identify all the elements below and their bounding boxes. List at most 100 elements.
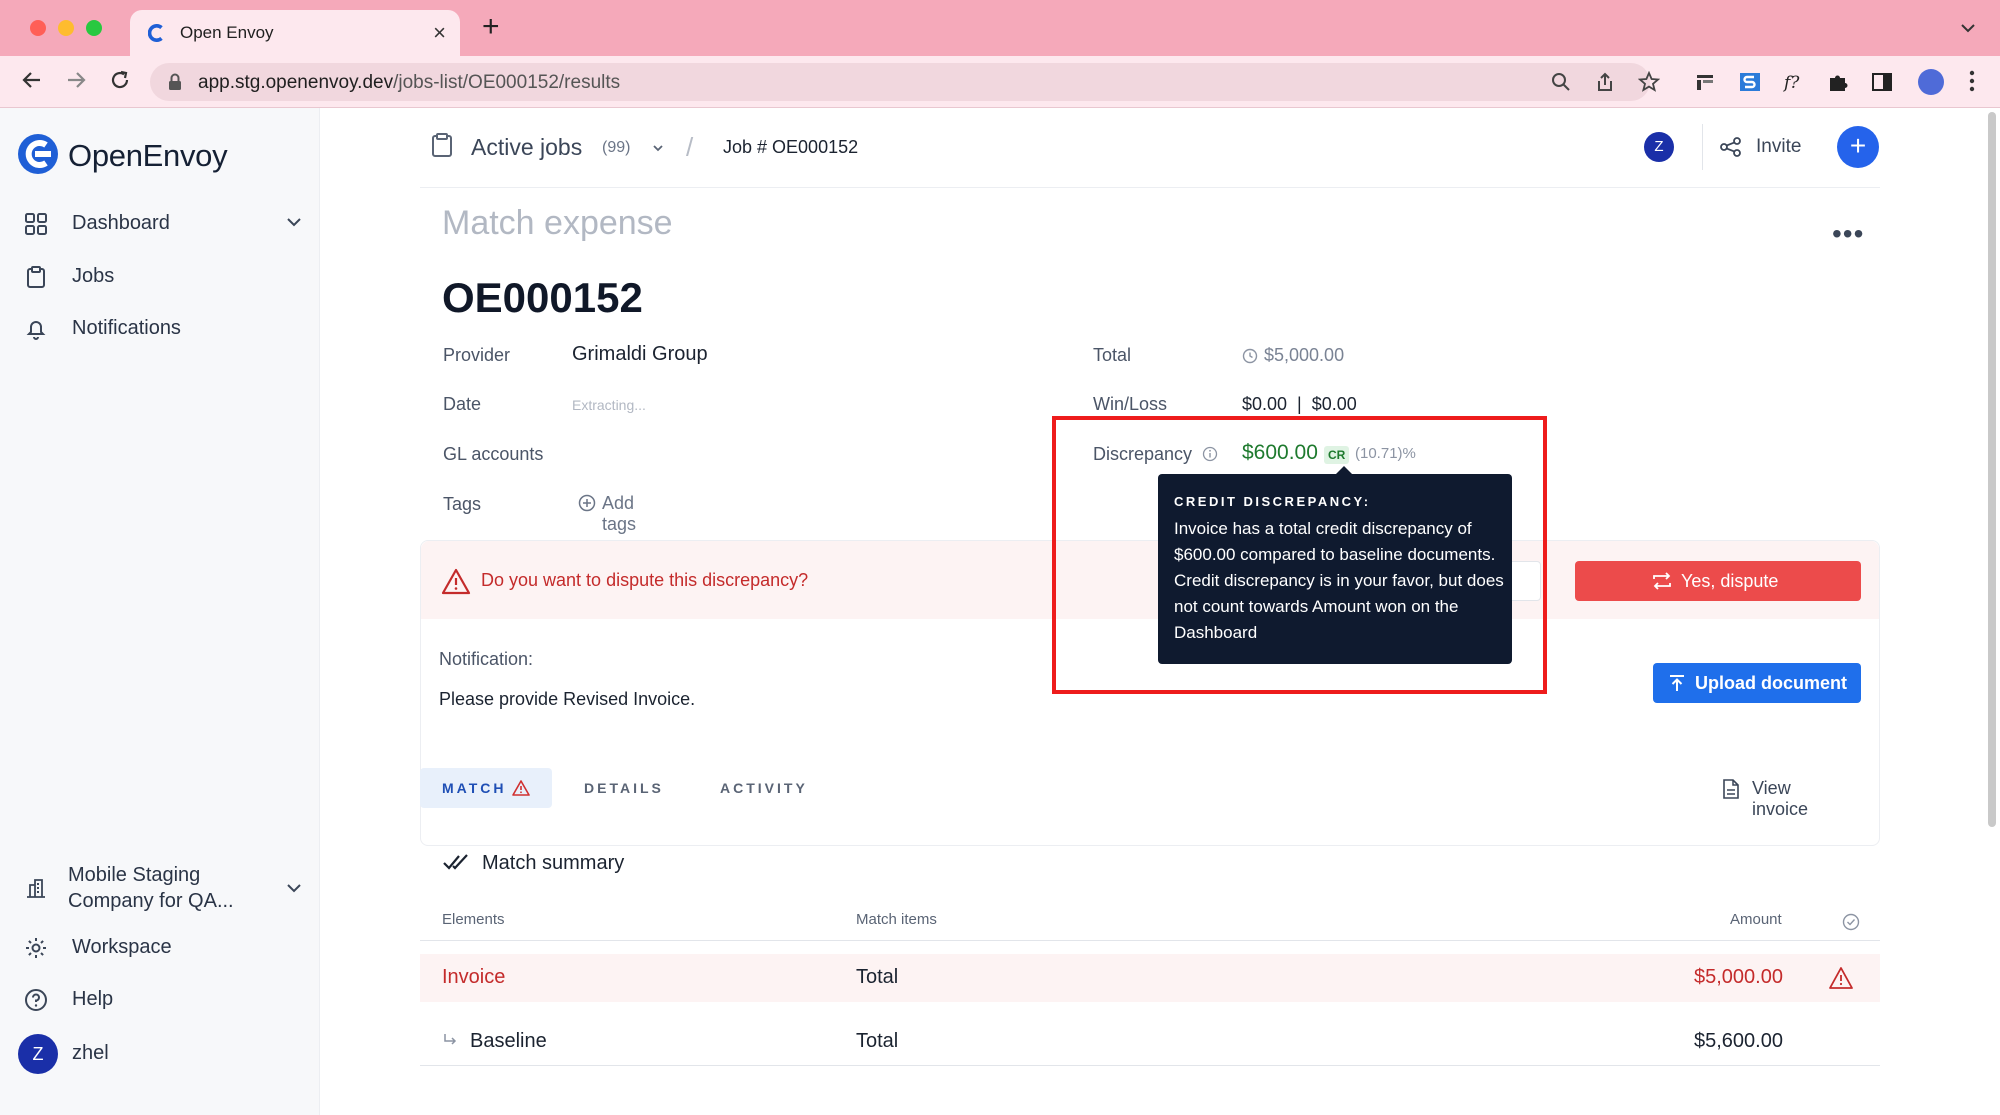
maximize-window-button[interactable] xyxy=(86,20,102,36)
page-scrollbar[interactable] xyxy=(1988,112,1996,827)
notification-text: Please provide Revised Invoice. xyxy=(439,689,696,709)
tab-search-chevron-icon[interactable] xyxy=(1958,18,1978,38)
chevron-down-icon[interactable] xyxy=(284,878,304,898)
table-divider xyxy=(420,940,1880,941)
new-tab-button[interactable]: + xyxy=(482,12,500,42)
breadcrumb-active-jobs[interactable]: Active jobs xyxy=(471,134,582,161)
tab-title: Open Envoy xyxy=(180,23,274,42)
share-icon[interactable] xyxy=(1594,71,1616,93)
date-value: Extracting... xyxy=(572,397,646,413)
tab-details[interactable]: DETAILS xyxy=(584,768,664,808)
extensions-puzzle-icon[interactable] xyxy=(1826,70,1850,94)
notification-label: Notification: xyxy=(439,649,534,669)
reload-icon[interactable] xyxy=(108,68,132,92)
more-options-button[interactable]: ••• xyxy=(1832,218,1864,250)
sidebar-item-label: Notifications xyxy=(72,317,181,339)
sidebar-item-dashboard[interactable]: Dashboard xyxy=(24,206,304,242)
check-circle-icon xyxy=(1842,913,1860,931)
table-row[interactable]: Invoice Total $5,000.00 xyxy=(420,954,1880,1002)
tab-activity[interactable]: ACTIVITY xyxy=(720,768,808,808)
share-nodes-icon xyxy=(1720,137,1741,157)
sidebar-item-label: Jobs xyxy=(72,265,115,287)
main-content: Active jobs (99) / Job # OE000152 Z Invi… xyxy=(320,108,2000,1115)
yes-dispute-label: Yes, dispute xyxy=(1681,571,1779,591)
divider xyxy=(1702,124,1703,170)
breadcrumb-separator: / xyxy=(686,132,694,162)
sidebar: OpenEnvoy Dashboard Jobs Notifications M… xyxy=(0,108,320,1115)
browser-profile-avatar[interactable] xyxy=(1918,69,1944,95)
zoom-icon[interactable] xyxy=(1550,71,1572,93)
clock-icon xyxy=(1242,348,1258,364)
close-window-button[interactable] xyxy=(30,20,46,36)
logo-text: OpenEnvoy xyxy=(68,138,228,173)
url-text: app.stg.openenvoy.dev/jobs-list/OE000152… xyxy=(198,72,621,93)
minimize-window-button[interactable] xyxy=(58,20,74,36)
tab-close-icon[interactable]: × xyxy=(433,20,446,46)
column-header-match-items: Match items xyxy=(856,911,937,928)
sidebar-item-workspace[interactable]: Workspace xyxy=(24,930,304,966)
openenvoy-favicon-icon xyxy=(148,24,163,42)
add-tags-label: Add tags xyxy=(602,493,637,534)
browser-tab[interactable]: Open Envoy × xyxy=(130,10,460,56)
grid-icon xyxy=(25,213,47,235)
top-navigation: Active jobs (99) / Job # OE000152 Z Invi… xyxy=(420,108,1880,188)
cell-match-item: Total xyxy=(856,966,899,988)
address-bar[interactable]: app.stg.openenvoy.dev/jobs-list/OE000152… xyxy=(150,63,1660,101)
bookmark-star-icon[interactable] xyxy=(1638,71,1660,93)
plus-circle-icon xyxy=(578,494,596,512)
avatar: Z xyxy=(18,1034,58,1074)
company-switcher[interactable]: Mobile Staging Company for QA... xyxy=(24,862,304,918)
win-loss-value: $0.00 | $0.00 xyxy=(1242,394,1357,414)
cell-amount: $5,000.00 xyxy=(1694,966,1783,988)
dispute-question: Do you want to dispute this discrepancy? xyxy=(481,570,809,590)
svg-text:f?: f? xyxy=(1782,73,1800,93)
extension-reader-icon[interactable] xyxy=(1694,70,1718,94)
yes-dispute-button[interactable]: Yes, dispute xyxy=(1575,561,1861,601)
column-header-elements: Elements xyxy=(442,911,505,928)
invite-button[interactable]: Invite xyxy=(1720,130,1830,164)
breadcrumb-job: Job # OE000152 xyxy=(723,137,859,157)
back-arrow-icon[interactable] xyxy=(20,68,44,92)
bell-icon xyxy=(26,321,46,340)
total-value: $5,000.00 xyxy=(1264,345,1345,365)
chevron-down-icon[interactable] xyxy=(284,212,304,232)
cell-match-item: Total xyxy=(856,1030,899,1052)
view-invoice-label: View invoice xyxy=(1752,778,1809,819)
invite-label: Invite xyxy=(1756,136,1802,157)
extension-formula-icon[interactable]: f? xyxy=(1782,70,1806,94)
warning-triangle-icon xyxy=(441,568,471,595)
browser-toolbar: app.stg.openenvoy.dev/jobs-list/OE000152… xyxy=(0,56,2000,108)
upload-document-label: Upload document xyxy=(1695,673,1847,693)
tab-bar: MATCH DETAILS ACTIVITY View invoice xyxy=(420,768,1880,819)
sidebar-item-label: Dashboard xyxy=(72,212,170,234)
avatar[interactable]: Z xyxy=(1644,132,1674,162)
sidebar-item-help[interactable]: Help xyxy=(24,982,304,1018)
browser-tab-bar: Open Envoy × + xyxy=(0,0,2000,56)
tab-match[interactable]: MATCH xyxy=(420,768,552,808)
upload-document-button[interactable]: Upload document xyxy=(1653,663,1861,703)
match-summary-title: Match summary xyxy=(482,852,625,874)
lock-icon xyxy=(169,73,181,90)
tab-label: MATCH xyxy=(442,780,507,796)
date-label: Date xyxy=(443,394,482,414)
user-profile[interactable]: Z zhel xyxy=(18,1034,298,1074)
sidebar-item-notifications[interactable]: Notifications xyxy=(24,311,304,347)
side-panel-icon[interactable] xyxy=(1870,70,1894,94)
swap-arrows-icon xyxy=(1653,572,1671,590)
cell-element: Baseline xyxy=(470,1030,547,1052)
company-name: Mobile Staging Company for QA... xyxy=(68,864,234,912)
clipboard-icon xyxy=(432,133,452,157)
provider-value: Grimaldi Group xyxy=(572,343,708,365)
extension-s-icon[interactable] xyxy=(1738,70,1762,94)
chevron-down-icon[interactable] xyxy=(650,140,666,156)
sidebar-item-jobs[interactable]: Jobs xyxy=(24,259,304,295)
add-button[interactable]: + xyxy=(1837,126,1879,168)
forward-arrow-icon[interactable] xyxy=(64,68,88,92)
warning-triangle-icon xyxy=(1829,967,1853,989)
clipboard-icon xyxy=(27,266,45,288)
user-name: zhel xyxy=(72,1042,109,1064)
document-icon xyxy=(1723,779,1739,799)
cell-element: Invoice xyxy=(442,966,506,988)
table-row[interactable]: Baseline Total $5,600.00 xyxy=(420,1018,1880,1066)
browser-menu-icon[interactable] xyxy=(1968,68,1976,94)
